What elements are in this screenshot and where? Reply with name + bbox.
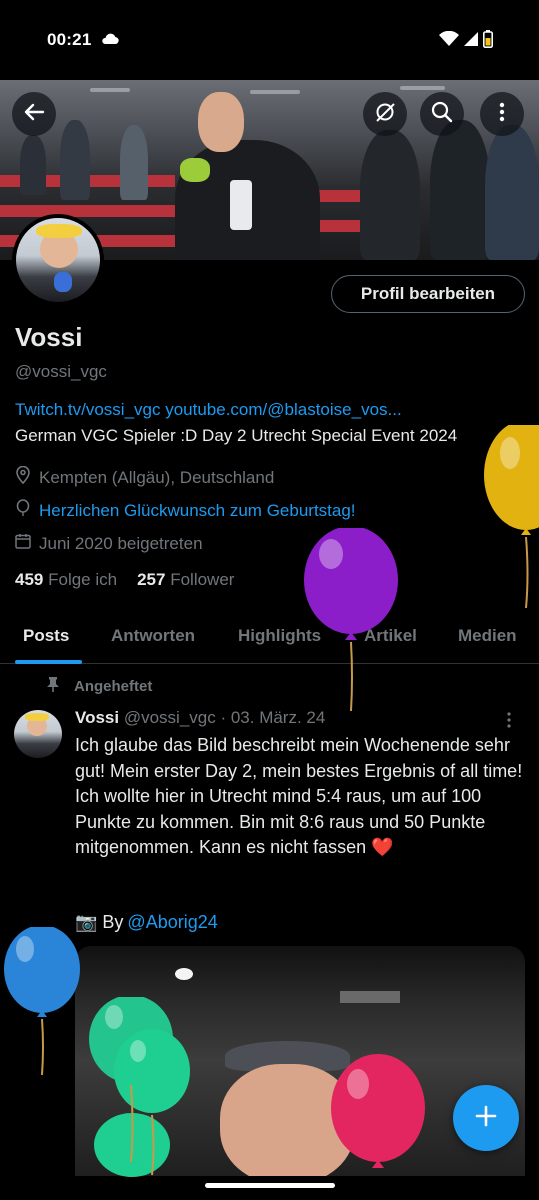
joined-row: Juni 2020 beigetreten bbox=[15, 533, 203, 554]
red-balloon bbox=[331, 1054, 425, 1168]
pinned-label: Angeheftet bbox=[74, 677, 153, 695]
followers-label: Follower bbox=[170, 570, 235, 589]
profile-handle: @vossi_vgc bbox=[15, 362, 107, 381]
search-icon bbox=[431, 101, 453, 128]
followers-count: 257 bbox=[137, 570, 166, 589]
post-author-avatar[interactable] bbox=[14, 710, 62, 758]
back-button[interactable] bbox=[12, 92, 56, 136]
avatar[interactable] bbox=[12, 214, 104, 306]
battery-icon bbox=[483, 30, 493, 53]
profile-name: Vossi bbox=[15, 322, 83, 352]
cloud-icon bbox=[101, 32, 119, 50]
ceiling-light bbox=[90, 88, 130, 92]
status-bar: 00:21 bbox=[0, 0, 539, 80]
ceiling-light bbox=[250, 90, 300, 94]
post-credit: 📷 By @Aborig24 bbox=[75, 912, 218, 933]
bio-links[interactable]: Twitch.tv/vossi_vgc youtube.com/@blastoi… bbox=[15, 400, 402, 420]
pin-icon bbox=[46, 676, 60, 696]
banner-microphone bbox=[230, 180, 252, 230]
profile-tabs: Posts Antworten Highlights Artikel Medie… bbox=[0, 612, 539, 664]
ceiling-light bbox=[400, 86, 445, 90]
balloon-icon bbox=[15, 499, 31, 522]
wifi-icon bbox=[439, 30, 459, 52]
post-author-name[interactable]: Vossi bbox=[75, 708, 119, 727]
banner-person bbox=[430, 120, 490, 260]
search-button[interactable] bbox=[420, 92, 464, 136]
blue-balloon bbox=[4, 927, 80, 1076]
banner-table bbox=[0, 205, 175, 217]
more-options-button[interactable] bbox=[480, 92, 524, 136]
followers-link[interactable]: 257 Follower bbox=[137, 570, 234, 590]
edit-profile-button[interactable]: Profil bearbeiten bbox=[331, 275, 525, 313]
yellow-balloon bbox=[484, 425, 539, 609]
active-tab-indicator bbox=[15, 660, 82, 664]
status-icons bbox=[439, 30, 493, 53]
banner-person bbox=[485, 125, 539, 260]
location-text: Kempten (Allgäu), Deutschland bbox=[39, 467, 275, 487]
more-vertical-icon bbox=[499, 102, 505, 127]
status-time: 00:21 bbox=[47, 30, 92, 49]
calendar-icon bbox=[15, 533, 31, 554]
plus-icon bbox=[474, 1104, 498, 1133]
gesture-bar bbox=[205, 1183, 335, 1188]
grok-button[interactable] bbox=[363, 92, 407, 136]
tab-posts[interactable]: Posts bbox=[23, 626, 69, 646]
post-more-icon[interactable] bbox=[507, 712, 511, 733]
purple-balloon bbox=[304, 528, 398, 712]
pinned-label-row: Angeheftet bbox=[46, 676, 152, 696]
banner-reporter-face bbox=[198, 92, 244, 152]
following-link[interactable]: 459 Folge ich bbox=[15, 570, 117, 590]
compose-post-button[interactable] bbox=[453, 1085, 519, 1151]
avatar-hair bbox=[36, 224, 82, 238]
grok-icon bbox=[374, 101, 396, 128]
follow-stats: 459 Folge ich 257 Follower bbox=[15, 570, 234, 590]
image-ceiling-panel bbox=[340, 991, 400, 1003]
credit-mention-link[interactable]: @Aborig24 bbox=[127, 912, 217, 933]
signal-icon bbox=[464, 32, 478, 51]
joined-text: Juni 2020 beigetreten bbox=[39, 533, 203, 553]
location-row: Kempten (Allgäu), Deutschland bbox=[15, 465, 275, 489]
banner-person bbox=[20, 135, 46, 195]
green-balloons bbox=[89, 997, 190, 1177]
banner-person bbox=[60, 120, 90, 200]
banner-plush bbox=[180, 158, 210, 182]
birthday-row[interactable]: Herzlichen Glückwunsch zum Geburtstag! bbox=[15, 499, 356, 522]
birthday-text[interactable]: Herzlichen Glückwunsch zum Geburtstag! bbox=[39, 501, 356, 521]
avatar-plush bbox=[54, 272, 72, 292]
banner-person bbox=[120, 125, 148, 200]
arrow-left-icon bbox=[23, 101, 45, 128]
following-count: 459 bbox=[15, 570, 44, 589]
following-label: Folge ich bbox=[48, 570, 118, 589]
post-header: Vossi @vossi_vgc · 03. März. 24 bbox=[75, 708, 325, 728]
image-ceiling-light bbox=[175, 968, 193, 980]
tab-replies[interactable]: Antworten bbox=[111, 626, 195, 646]
post-meta: @vossi_vgc · 03. März. 24 bbox=[123, 708, 326, 727]
avatar-hair bbox=[25, 713, 49, 721]
post-text: Ich glaube das Bild beschreibt mein Woch… bbox=[75, 735, 523, 858]
banner-person bbox=[360, 130, 420, 260]
bio-text: German VGC Spieler :D Day 2 Utrecht Spec… bbox=[15, 426, 458, 445]
tab-media[interactable]: Medien bbox=[458, 626, 517, 646]
location-pin-icon bbox=[15, 465, 31, 489]
